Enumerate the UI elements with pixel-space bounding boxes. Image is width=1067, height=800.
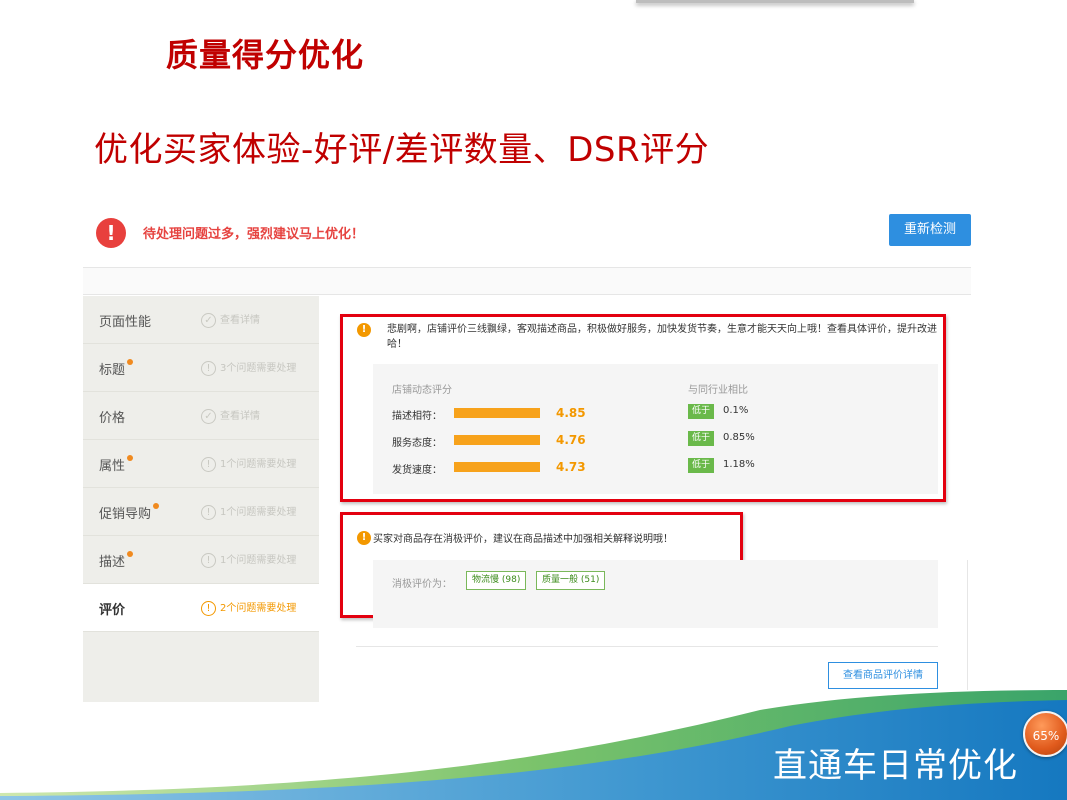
section-divider [356,646,938,647]
sidebar-item-label: 价格 [99,411,126,426]
sidebar-item-status: ✓ 查看详情 [201,311,260,328]
sidebar-item-status: ! 3个问题需要处理 [201,359,296,376]
sidebar-item-title[interactable]: 标题 ! 3个问题需要处理 [83,344,319,392]
sidebar-item-label: 促销导购 [99,503,160,522]
toolbar-divider [83,267,971,295]
warning-icon: ! [201,600,216,616]
sidebar-item-label: 页面性能 [99,315,152,330]
notification-dot [127,359,134,365]
warning-icon: ! [201,504,216,520]
sidebar-item-status: ! 1个问题需要处理 [201,551,296,568]
sidebar-item-promotion[interactable]: 促销导购 ! 1个问题需要处理 [83,488,319,536]
compare-tag: 低于 [688,431,714,446]
negative-panel [373,560,938,628]
check-icon: ✓ [201,312,216,328]
sidebar-item-label: 评价 [99,603,126,618]
dsr-score-bar [454,435,540,445]
sidebar-item-price[interactable]: 价格 ✓ 查看详情 [83,392,319,440]
dsr-score-bar [454,408,540,418]
dsr-score: 4.76 [556,433,586,447]
recheck-button[interactable]: 重新检测 [889,214,971,246]
dsr-message: 悲剧啊，店铺评价三线飘绿，客观描述商品，积极做好服务，加快发货节奏，生意才能天天… [387,324,937,350]
compare-tag: 低于 [688,458,714,473]
sidebar-item-label: 标题 [99,359,134,378]
warning-icon: ! [201,456,216,472]
warning-icon: ! [201,360,216,376]
dsr-row-label: 描述相符： [392,411,442,422]
slide-subtitle: 优化买家体验-好评/差评数量、DSR评分 [94,130,710,170]
dsr-panel [373,364,938,494]
sidebar-item-attributes[interactable]: 属性 ! 1个问题需要处理 [83,440,319,488]
warning-icon: ! [357,531,371,545]
sidebar-item-status: ! 1个问题需要处理 [201,455,296,472]
negative-tag[interactable]: 物流慢 (98) [466,571,527,590]
slide-heading: 质量得分优化 [166,36,365,74]
dsr-row-label: 服务态度： [392,438,442,449]
sidebar-item-reviews[interactable]: 评价 ! 2个问题需要处理 [83,584,319,632]
warning-icon: ! [201,552,216,568]
notification-dot [127,551,134,557]
compare-value: 1.18% [723,459,755,470]
compare-value: 0.1% [723,405,749,416]
sidebar-item-status: ! 2个问题需要处理 [201,599,296,616]
dsr-panel-title: 店铺动态评分 [392,385,452,396]
negative-message: 买家对商品存在消极评价，建议在商品描述中加强相关解释说明哦！ [373,534,673,545]
sidebar-item-label: 描述 [99,551,134,570]
sidebar-item-page-performance[interactable]: 页面性能 ✓ 查看详情 [83,296,319,344]
warning-icon: ! [357,323,371,337]
alert-message: 待处理问题过多，强烈建议马上优化！ [143,227,365,242]
footer-title: 直通车日常优化 [773,746,1018,786]
dsr-score: 4.73 [556,460,586,474]
notification-dot [153,503,160,509]
dsr-compare-title: 与同行业相比 [688,385,748,396]
sidebar-item-label: 属性 [99,455,134,474]
sidebar-item-status: ✓ 查看详情 [201,407,260,424]
view-review-details-button[interactable]: 查看商品评价详情 [828,662,938,689]
content-edge [967,560,971,690]
top-decor-bar [636,0,914,3]
sidebar: 页面性能 ✓ 查看详情 标题 ! 3个问题需要处理 价格 ✓ 查看详情 属性 ! 1个问… [83,296,319,702]
negative-tag[interactable]: 质量一般 (51) [536,571,606,590]
exclamation-icon: ! [96,218,126,248]
progress-badge: 65% [1023,711,1067,757]
dsr-row-label: 发货速度： [392,465,442,476]
compare-value: 0.85% [723,432,755,443]
notification-dot [127,455,134,461]
dsr-score-bar [454,462,540,472]
dsr-score: 4.85 [556,406,586,420]
compare-tag: 低于 [688,404,714,419]
sidebar-item-status: ! 1个问题需要处理 [201,503,296,520]
sidebar-item-description[interactable]: 描述 ! 1个问题需要处理 [83,536,319,584]
negative-label: 消极评价为： [392,579,452,590]
check-icon: ✓ [201,408,216,424]
alert-row: ! 待处理问题过多，强烈建议马上优化！ 重新检测 [83,205,971,267]
